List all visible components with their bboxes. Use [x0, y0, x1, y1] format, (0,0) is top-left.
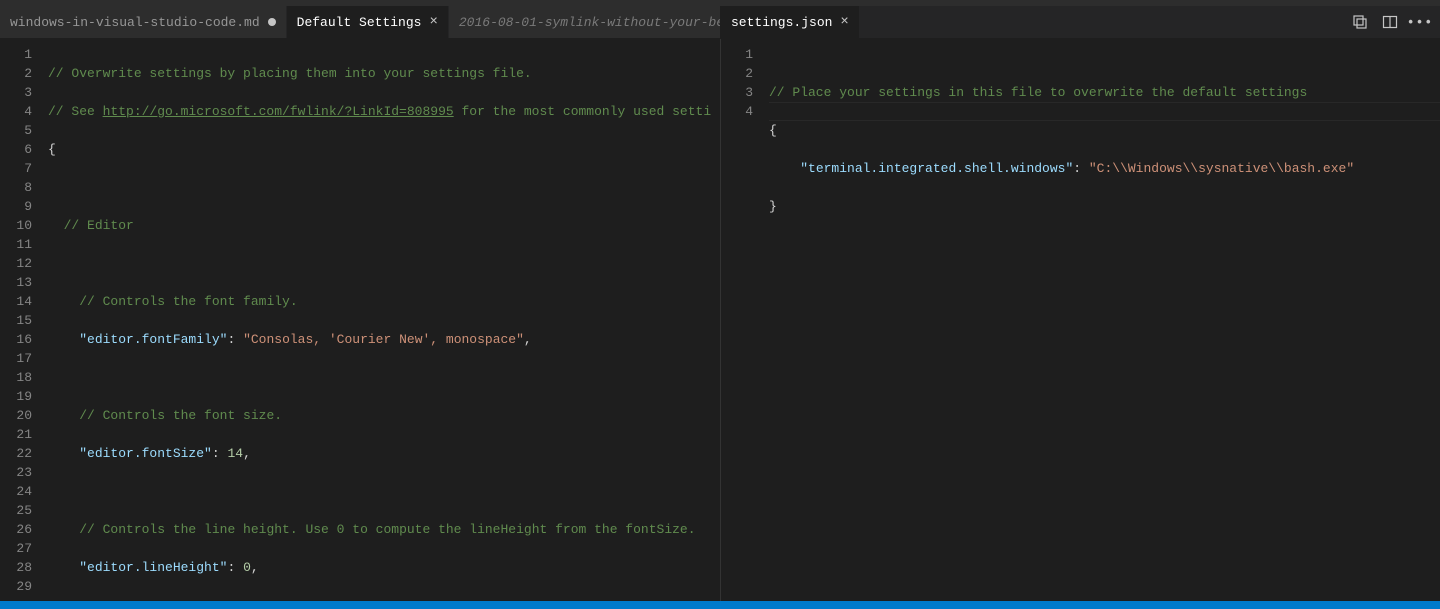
line-number: 14: [8, 292, 32, 311]
line-number: 21: [8, 425, 32, 444]
tab-settings-json[interactable]: settings.json ×: [721, 6, 860, 38]
editor-area: 1234567891011121314151617181920212223242…: [0, 39, 1440, 601]
line-number: 23: [8, 463, 32, 482]
line-number: 26: [8, 520, 32, 539]
line-number: 18: [8, 368, 32, 387]
line-number: 19: [8, 387, 32, 406]
line-number: 15: [8, 311, 32, 330]
line-number: 20: [8, 406, 32, 425]
code-comment: for the most commonly used setti: [454, 104, 711, 119]
tab-symlink-md[interactable]: 2016-08-01-symlink-without-your-beloved-…: [449, 6, 721, 38]
line-number: 28: [8, 558, 32, 577]
line-number: 2: [729, 64, 753, 83]
close-icon[interactable]: ×: [840, 15, 848, 29]
line-number: 25: [8, 501, 32, 520]
tab-label: Default Settings: [297, 15, 422, 30]
line-number-gutter: 1234567891011121314151617181920212223242…: [0, 39, 48, 601]
line-number: 5: [8, 121, 32, 140]
code-comment: // Controls the font family.: [79, 294, 297, 309]
line-number: 8: [8, 178, 32, 197]
line-number: 9: [8, 197, 32, 216]
code-comment: // Editor: [64, 218, 134, 233]
vertical-scrollbar[interactable]: [706, 39, 720, 601]
setting-key: "editor.fontSize": [79, 446, 212, 461]
code-brace: }: [769, 199, 777, 214]
line-number: 12: [8, 254, 32, 273]
status-bar[interactable]: [0, 601, 1440, 609]
line-number: 1: [8, 45, 32, 64]
code-content[interactable]: // Overwrite settings by placing them in…: [48, 39, 720, 601]
setting-value: "C:\\Windows\\sysnative\\bash.exe": [1089, 161, 1354, 176]
setting-value: 14: [227, 446, 243, 461]
tab-group-left: windows-in-visual-studio-code.md Default…: [0, 6, 721, 38]
editor-pane-default-settings[interactable]: 1234567891011121314151617181920212223242…: [0, 39, 721, 601]
setting-key: "editor.fontFamily": [79, 332, 227, 347]
setting-value: 0: [243, 560, 251, 575]
line-number: 4: [729, 102, 753, 121]
line-number: 2: [8, 64, 32, 83]
setting-key: "editor.lineHeight": [79, 560, 227, 575]
line-number: 7: [8, 159, 32, 178]
tab-label: 2016-08-01-symlink-without-your-beloved-…: [459, 15, 721, 30]
code-comment: // Controls the line height. Use 0 to co…: [79, 522, 695, 537]
code-comment: [48, 218, 64, 233]
compare-icon[interactable]: [1350, 12, 1370, 32]
code-content[interactable]: // Place your settings in this file to o…: [769, 39, 1440, 601]
split-editor-icon[interactable]: [1380, 12, 1400, 32]
tab-actions-right: •••: [1340, 6, 1440, 38]
vertical-scrollbar[interactable]: [1426, 39, 1440, 601]
line-number: 3: [8, 83, 32, 102]
tab-windows-vscode-md[interactable]: windows-in-visual-studio-code.md: [0, 6, 287, 38]
line-number: 4: [8, 102, 32, 121]
line-number: 27: [8, 539, 32, 558]
overflow-button[interactable]: •••: [1410, 12, 1430, 32]
code-link[interactable]: http://go.microsoft.com/fwlink/?LinkId=8…: [103, 104, 454, 119]
line-number: 29: [8, 577, 32, 596]
line-number: 22: [8, 444, 32, 463]
current-line-highlight: [769, 102, 1440, 121]
line-number: 16: [8, 330, 32, 349]
editor-pane-settings-json[interactable]: 1234 // Place your settings in this file…: [721, 39, 1440, 601]
line-number: 17: [8, 349, 32, 368]
dirty-indicator-icon: [268, 18, 276, 26]
code-brace: {: [48, 142, 56, 157]
setting-key: "terminal.integrated.shell.windows": [800, 161, 1073, 176]
setting-value: "Consolas, 'Courier New', monospace": [243, 332, 524, 347]
line-number-gutter: 1234: [721, 39, 769, 601]
code-comment: // Controls the font size.: [79, 408, 282, 423]
tab-default-settings[interactable]: Default Settings ×: [287, 6, 449, 38]
line-number: 6: [8, 140, 32, 159]
tab-label: settings.json: [731, 15, 832, 30]
tab-label: windows-in-visual-studio-code.md: [10, 15, 260, 30]
line-number: 10: [8, 216, 32, 235]
close-icon[interactable]: ×: [429, 15, 437, 29]
line-number: 3: [729, 83, 753, 102]
line-number: 13: [8, 273, 32, 292]
code-comment: // Place your settings in this file to o…: [769, 85, 1307, 100]
line-number: 24: [8, 482, 32, 501]
line-number: 11: [8, 235, 32, 254]
code-comment: // See: [48, 104, 103, 119]
code-brace: {: [769, 123, 777, 138]
line-number: 1: [729, 45, 753, 64]
code-comment: // Overwrite settings by placing them in…: [48, 66, 532, 81]
tab-group-right: settings.json × •••: [721, 6, 1440, 38]
tabbar-row: windows-in-visual-studio-code.md Default…: [0, 6, 1440, 39]
